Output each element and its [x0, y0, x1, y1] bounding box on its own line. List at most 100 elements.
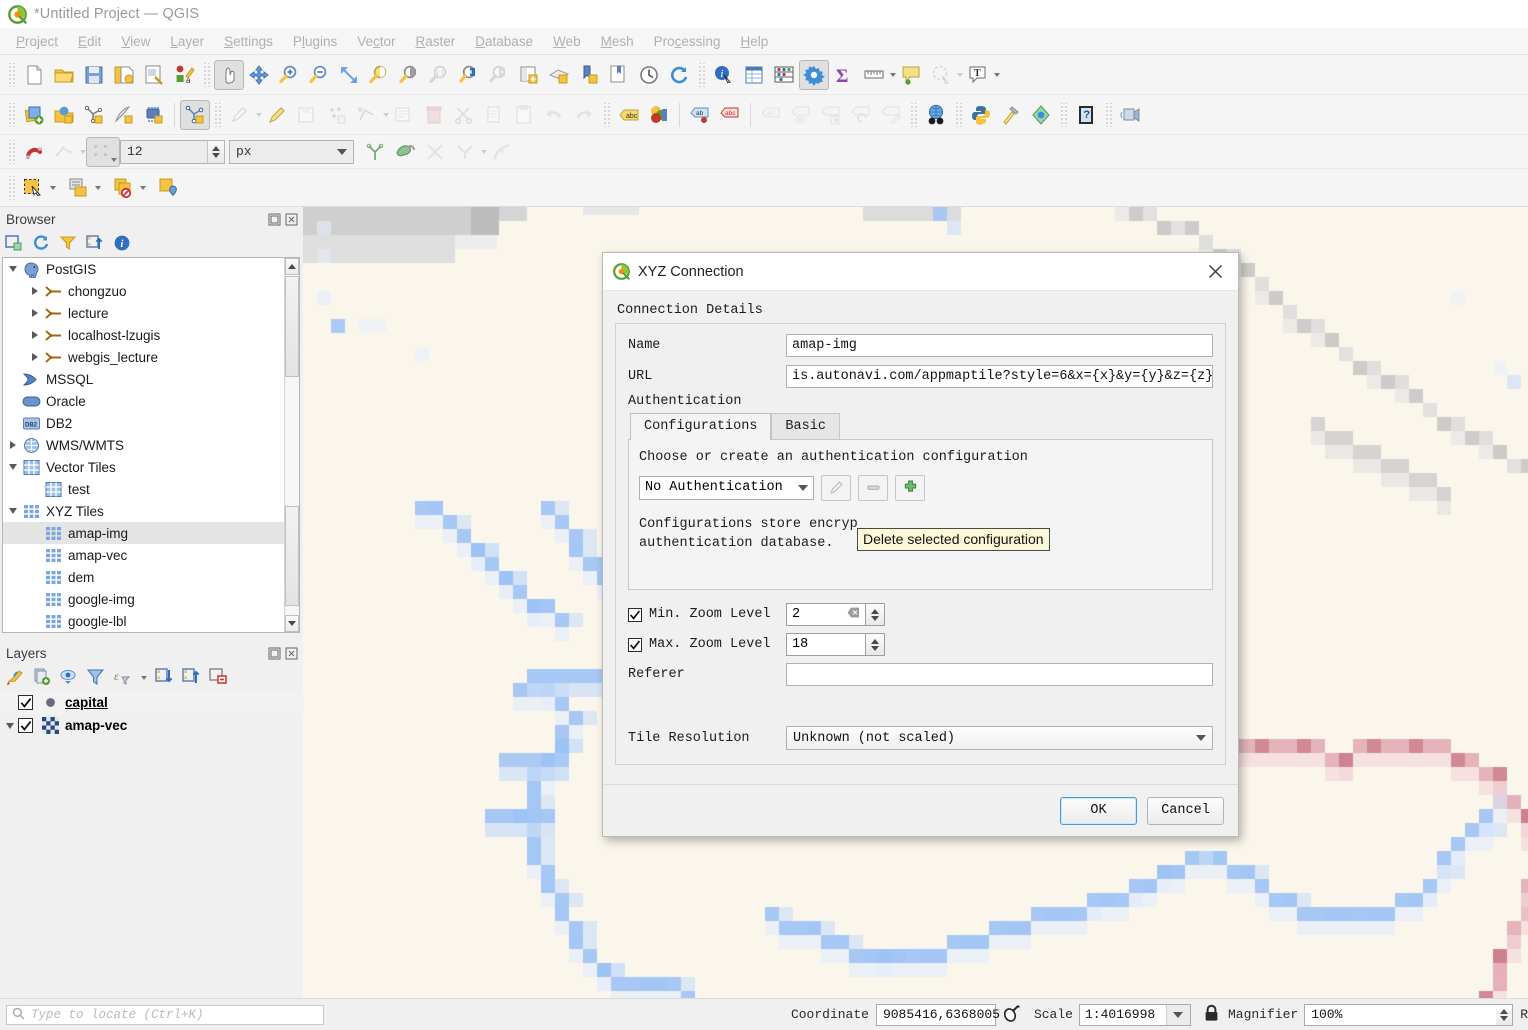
- show-bookmarks-icon[interactable]: [604, 60, 634, 90]
- magnet-icon[interactable]: [19, 137, 49, 167]
- add-group-icon[interactable]: [32, 667, 51, 689]
- browser-tree-item-mssql[interactable]: MSSQL: [3, 368, 299, 390]
- new-map-view-icon[interactable]: [514, 60, 544, 90]
- dock-undock-icon[interactable]: [268, 647, 281, 660]
- scroll-thumb[interactable]: [285, 276, 299, 377]
- menu-plugins[interactable]: Plugins: [283, 31, 347, 52]
- menu-help[interactable]: Help: [730, 31, 778, 52]
- processing-toolbox-icon[interactable]: [799, 59, 829, 90]
- browser-tree-item-test[interactable]: test: [3, 478, 299, 500]
- deselect-features-caret-icon[interactable]: [140, 185, 146, 190]
- add-configuration-button[interactable]: [895, 474, 925, 501]
- chevron-right-icon[interactable]: [27, 349, 43, 365]
- osm-place-search-icon[interactable]: [921, 100, 951, 130]
- chevron-right-icon[interactable]: [27, 305, 43, 321]
- python-console-icon[interactable]: [966, 100, 996, 130]
- toolbar-grip[interactable]: [697, 62, 706, 87]
- menu-project[interactable]: Project: [6, 31, 68, 52]
- chevron-right-icon[interactable]: [5, 437, 21, 453]
- filter-legend-expression-icon[interactable]: ε: [113, 667, 132, 689]
- show-hide-labels-icon[interactable]: [786, 100, 816, 130]
- snapping-mode-icon[interactable]: [49, 137, 79, 167]
- remove-layer-icon[interactable]: [209, 667, 228, 689]
- select-by-expression-icon[interactable]: [64, 173, 94, 203]
- toolbar-grip[interactable]: [602, 102, 611, 127]
- annotation-icon[interactable]: [926, 60, 956, 90]
- zoom-last-icon[interactable]: [454, 60, 484, 90]
- help-icon[interactable]: ?: [1071, 100, 1101, 130]
- browser-tree-item-amap-img[interactable]: amap-img: [3, 522, 299, 544]
- add-vector-tile-icon[interactable]: [180, 99, 210, 130]
- tab-configurations[interactable]: Configurations: [630, 413, 772, 440]
- add-layer-icon[interactable]: [5, 234, 23, 255]
- select-features-icon[interactable]: [19, 173, 49, 203]
- locate-input[interactable]: Type to locate (Ctrl+K): [6, 1004, 324, 1025]
- snap-intersection-icon[interactable]: [360, 137, 390, 167]
- style-manager-icon[interactable]: a: [169, 60, 199, 90]
- layers-tree[interactable]: capital amap-vec: [0, 691, 302, 737]
- save-project-as-icon[interactable]: [109, 60, 139, 90]
- add-mesh-layer-icon[interactable]: [79, 100, 109, 130]
- snapping-type-icon[interactable]: [86, 136, 120, 167]
- snapping-tolerance-input[interactable]: 12: [120, 139, 225, 164]
- layer-visibility-checkbox[interactable]: [18, 718, 33, 733]
- pan-map-icon[interactable]: [214, 59, 244, 90]
- zoom-in-icon[interactable]: [274, 60, 304, 90]
- browser-scrollbar[interactable]: [284, 258, 299, 632]
- menu-web[interactable]: Web: [543, 31, 591, 52]
- refresh-icon[interactable]: [664, 60, 694, 90]
- map-tips-icon[interactable]: [896, 60, 926, 90]
- chevron-right-icon[interactable]: [27, 283, 43, 299]
- clear-value-icon[interactable]: [847, 607, 860, 623]
- layer-item-amap-vec[interactable]: amap-vec: [0, 714, 302, 737]
- current-edits-icon[interactable]: [225, 100, 255, 130]
- follow-advanced-icon[interactable]: [487, 137, 517, 167]
- copy-features-icon[interactable]: [479, 100, 509, 130]
- chevron-down-icon[interactable]: [2, 718, 18, 734]
- add-delimited-text-icon[interactable]: [109, 100, 139, 130]
- statistical-summary-icon[interactable]: Σ: [829, 60, 859, 90]
- styling-icon[interactable]: [644, 100, 674, 130]
- bookmark-icon[interactable]: [574, 60, 604, 90]
- filter-legend-caret-icon[interactable]: [141, 676, 147, 680]
- zoom-to-selection-icon[interactable]: [364, 60, 394, 90]
- collapse-all-icon[interactable]: [86, 234, 104, 255]
- scroll-thumb-lower[interactable]: [285, 506, 299, 606]
- deselect-features-icon[interactable]: [109, 173, 139, 203]
- browser-tree-item-postgis[interactable]: PostGIS: [3, 258, 299, 280]
- menu-layer[interactable]: Layer: [160, 31, 214, 52]
- new-print-layout-icon[interactable]: [139, 60, 169, 90]
- toolbar-grip[interactable]: [7, 175, 16, 200]
- vertex-tool-icon[interactable]: [352, 100, 382, 130]
- layer-visibility-checkbox[interactable]: [18, 695, 33, 710]
- add-vector-layer-icon[interactable]: [19, 100, 49, 130]
- url-input[interactable]: is.autonavi.com/appmaptile?style=6&x={x}…: [786, 365, 1213, 388]
- toolbar-grip[interactable]: [202, 62, 211, 87]
- text-annotation-icon[interactable]: T: [963, 60, 993, 90]
- min-zoom-input[interactable]: 2: [786, 603, 866, 626]
- chevron-down-icon[interactable]: [5, 503, 21, 519]
- snapping-tolerance-stepper[interactable]: [207, 140, 224, 163]
- menu-settings[interactable]: Settings: [214, 31, 283, 52]
- toolbar-grip[interactable]: [7, 102, 16, 127]
- cut-features-icon[interactable]: [449, 100, 479, 130]
- save-layer-edits-icon[interactable]: [292, 100, 322, 130]
- chevron-right-icon[interactable]: [27, 327, 43, 343]
- cancel-button[interactable]: Cancel: [1147, 796, 1224, 825]
- highlight-pinned-labels-icon[interactable]: ab: [685, 100, 715, 130]
- measure-line-icon[interactable]: [859, 60, 889, 90]
- chevron-down-icon[interactable]: [5, 261, 21, 277]
- toolbar-grip[interactable]: [1059, 102, 1068, 127]
- dock-undock-icon[interactable]: [268, 213, 281, 226]
- add-postgis-layer-icon[interactable]: [139, 100, 169, 130]
- select-by-location-icon[interactable]: [154, 173, 184, 203]
- pan-to-selection-icon[interactable]: [244, 60, 274, 90]
- browser-tree-item-oracle[interactable]: Oracle: [3, 390, 299, 412]
- menu-mesh[interactable]: Mesh: [591, 31, 644, 52]
- select-features-caret-icon[interactable]: [50, 185, 56, 190]
- add-feature-icon[interactable]: [322, 100, 352, 130]
- lock-scale-icon[interactable]: [1203, 1004, 1220, 1025]
- magnifier-input[interactable]: 100%: [1304, 1003, 1497, 1026]
- scale-select[interactable]: 1:4016998: [1078, 1003, 1191, 1026]
- properties-info-icon[interactable]: i: [113, 234, 131, 255]
